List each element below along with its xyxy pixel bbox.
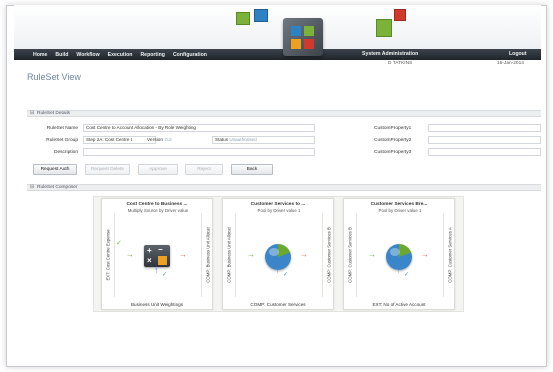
calculator-key: [158, 256, 167, 265]
logout-link[interactable]: Logout: [509, 49, 527, 60]
green-cube-graphic: [236, 12, 250, 25]
nav-configuration[interactable]: Configuration: [173, 52, 207, 58]
output-label: COMP: Customer Services A: [447, 227, 453, 283]
rule-node-subtitle: Pool by Driver value 1: [378, 208, 422, 213]
custom-property-3-field[interactable]: [428, 148, 541, 156]
driver-label: EXT: No of Active Account: [372, 302, 426, 307]
divider: [443, 213, 444, 297]
approve-button[interactable]: Approve: [138, 164, 178, 175]
logo-quadrant-red: [304, 39, 314, 49]
request-delete-button[interactable]: Request Delete: [85, 164, 130, 175]
ruleset-name-field[interactable]: Cost Centre to Account Allocation - By R…: [83, 124, 315, 132]
divider: [201, 213, 202, 297]
divider: [235, 213, 236, 297]
driver-label: COMP: Customer Services: [250, 302, 306, 307]
request-auth-button[interactable]: Request Auth: [33, 164, 77, 175]
red-cube-graphic: [394, 9, 406, 21]
nav-workflow[interactable]: Workflow: [76, 52, 99, 58]
output-arrow-icon: →: [421, 250, 429, 259]
section-label: RuleSet Composer: [37, 185, 78, 190]
collapse-icon[interactable]: ⊟: [30, 110, 34, 116]
collapse-icon[interactable]: ⊟: [30, 184, 34, 190]
logo-quadrant-blue: [291, 26, 301, 36]
custom-property-1-field[interactable]: [428, 124, 541, 132]
rule-node-3[interactable]: Customer Services Bre... Pool by Driver …: [343, 198, 455, 310]
back-button[interactable]: Back: [231, 164, 273, 175]
nav-reporting[interactable]: Reporting: [140, 52, 165, 58]
input-label: COMP: Business Unit Allocat: [226, 227, 232, 283]
logo-quadrant-green: [304, 26, 314, 36]
description-field[interactable]: [83, 148, 315, 156]
rule-node-title: Cost Centre to Business ...: [126, 202, 188, 207]
status-field: Status Unauthorised: [212, 136, 315, 144]
output-label: COMP: Customer Services B: [326, 227, 332, 283]
nav-execution[interactable]: Execution: [108, 52, 133, 58]
calculator-icon: + − ×: [144, 245, 170, 267]
status-label: Status: [215, 137, 229, 142]
app-logo: [283, 18, 323, 56]
rule-node-subtitle: Multiply Source by Driver value: [127, 208, 189, 213]
ruleset-group-label: RuleSet Group: [46, 138, 78, 143]
driver-arrow-icon: ↑: [396, 265, 401, 275]
page-title: RuleSet View: [27, 72, 81, 82]
driver-arrow-icon: ↑: [275, 265, 280, 275]
input-arrow-icon: →: [247, 250, 255, 259]
app-header: [14, 5, 541, 49]
logo-quadrant-orange: [291, 39, 301, 49]
blue-cube-graphic: [254, 9, 268, 22]
rule-node-subtitle: Pool by Driver value 1: [257, 208, 301, 213]
current-user: D TATKINS: [388, 61, 413, 66]
check-icon: ✓: [162, 272, 168, 278]
ruleset-composer-header[interactable]: ⊟ RuleSet Composer: [27, 184, 541, 191]
divider: [114, 213, 115, 297]
custom-property-2-label: CustomProperty2: [374, 138, 412, 143]
status-value: Unauthorised: [229, 137, 257, 142]
main-nav: Home Build Workflow Execution Reporting …: [14, 49, 541, 60]
check-icon: ✓: [283, 272, 289, 278]
rule-node-title: Customer Services to ...: [250, 202, 306, 207]
green-cube-graphic-2: [376, 19, 392, 37]
reject-button[interactable]: Reject: [185, 164, 223, 175]
version-value: 0.2: [165, 138, 172, 143]
custom-property-3-label: CustomProperty3: [374, 150, 412, 155]
rule-node-1[interactable]: Cost Centre to Business ... Multiply Sou…: [101, 198, 213, 310]
nav-build[interactable]: Build: [55, 52, 68, 58]
input-arrow-icon: →: [126, 250, 134, 259]
input-arrow-icon: →: [368, 250, 376, 259]
nav-system-administration[interactable]: System Administration: [362, 49, 418, 60]
custom-property-1-label: CustomProperty1: [374, 126, 412, 131]
section-label: RuleSet Details: [37, 111, 71, 116]
output-arrow-icon: →: [179, 250, 187, 259]
divider: [356, 213, 357, 297]
current-date: 16-Jan-2014: [497, 61, 524, 66]
description-label: Description: [54, 150, 78, 155]
check-icon: ✓: [116, 240, 122, 247]
output-arrow-icon: →: [300, 250, 308, 259]
output-label: COMP: Business Unit Allocat: [205, 227, 211, 283]
ruleset-name-label: RuleSet Name: [46, 126, 78, 131]
rule-node-2[interactable]: Customer Services to ... Pool by Driver …: [222, 198, 334, 310]
input-label: EXT: Cost Centre Expense: [105, 229, 111, 281]
version-label: Version: [147, 138, 163, 143]
driver-arrow-icon: ↑: [154, 265, 159, 275]
input-label: COMP: Customer Services B: [347, 227, 353, 283]
rule-node-title: Customer Services Bre...: [370, 202, 428, 207]
nav-home[interactable]: Home: [33, 52, 47, 58]
custom-property-2-field[interactable]: [428, 136, 541, 144]
ruleset-details-header[interactable]: ⊟ RuleSet Details: [27, 110, 541, 117]
check-icon: ✓: [404, 272, 410, 278]
driver-label: Business Unit Weightings: [130, 302, 183, 307]
divider: [322, 213, 323, 297]
